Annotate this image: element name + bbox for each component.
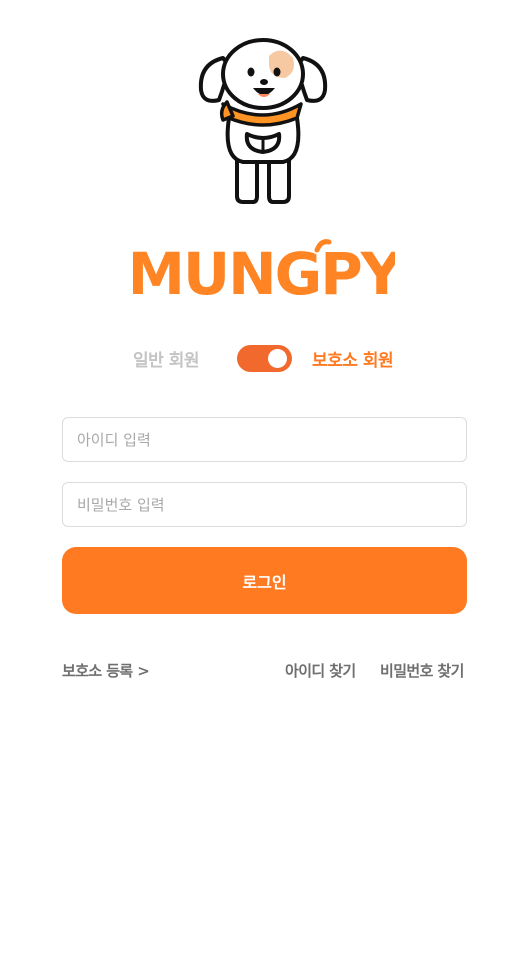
member-type-switch[interactable] — [237, 345, 292, 372]
login-button-label: 로그인 — [242, 572, 287, 592]
shelter-member-label[interactable]: 보호소 회원 — [312, 346, 394, 371]
find-id-link[interactable]: 아이디 찾기 — [285, 660, 356, 681]
password-field — [62, 482, 467, 527]
shelter-register-link[interactable]: 보호소 등록 > — [62, 660, 150, 681]
switch-knob — [268, 349, 287, 368]
mungpy-logo: MUNGPY — [133, 239, 395, 300]
find-password-link[interactable]: 비밀번호 찾기 — [380, 660, 464, 681]
id-field — [62, 417, 467, 462]
login-button[interactable]: 로그인 — [62, 547, 467, 614]
logo-text: MUNGPY — [133, 240, 395, 300]
member-type-toggle-row: 일반 회원 보호소 회원 — [0, 340, 526, 376]
id-input[interactable] — [63, 418, 466, 461]
general-member-label[interactable]: 일반 회원 — [133, 346, 199, 371]
password-input[interactable] — [63, 483, 466, 526]
dog-mascot-icon — [198, 38, 328, 204]
